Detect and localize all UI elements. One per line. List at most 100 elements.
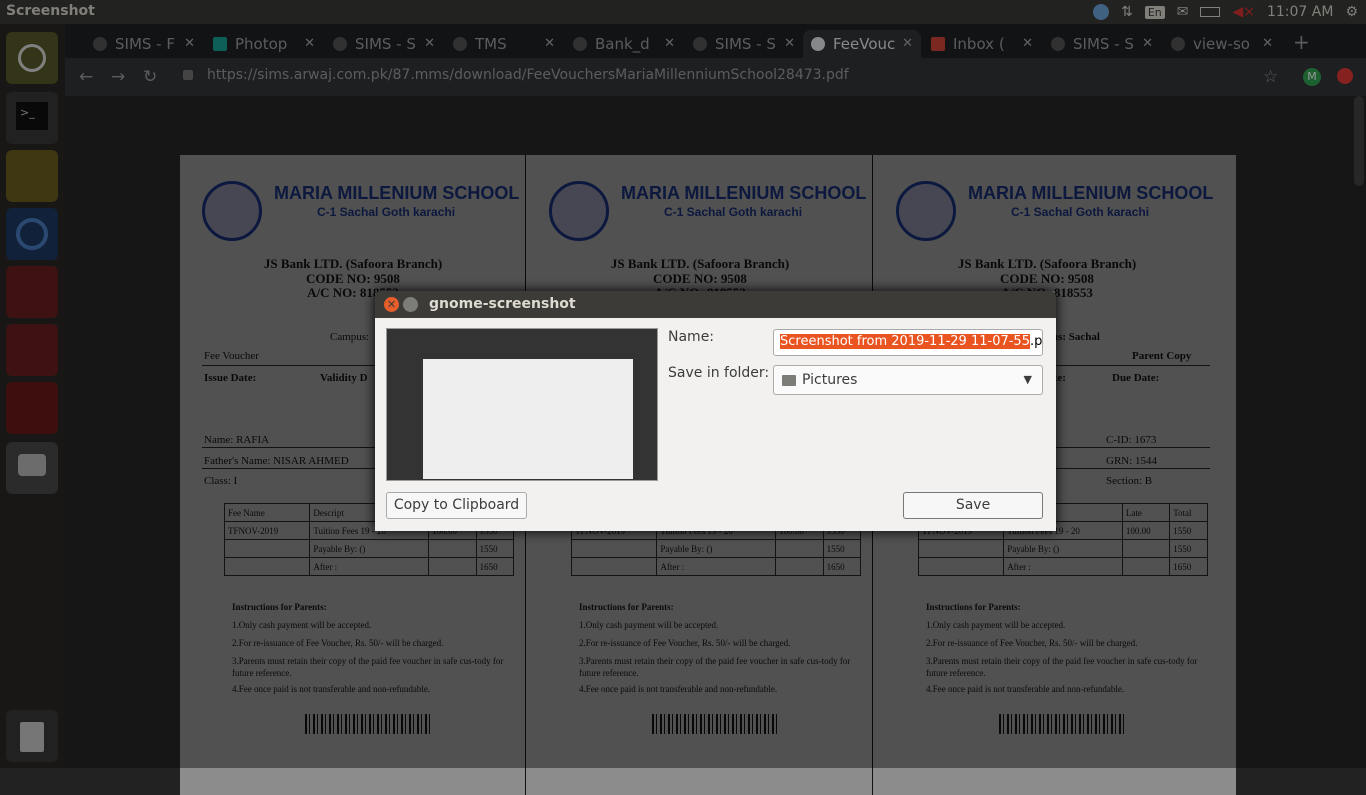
browser-tab[interactable]: Bank_d ✕ [565,30,683,58]
school-name: MARIA MILLENIUM SCHOOL [968,183,1214,203]
browser-tab[interactable]: SIMS - S ✕ [685,30,803,58]
browser-tab[interactable]: SIMS - S ✕ [1043,30,1161,58]
section: Section: B [1106,475,1153,487]
browser-tab-strip: SIMS - F ✕ Photop ✕ SIMS - S ✕ TMS ✕ Bank_d ✕… [65,24,1366,58]
chromium-icon[interactable] [6,208,58,260]
profile-avatar[interactable]: M [1303,68,1321,86]
copy-label: Fee Voucher [204,350,259,362]
camera-icon[interactable] [6,442,58,494]
browser-tab[interactable]: TMS ✕ [445,30,563,58]
instructions-title: Instructions for Parents: [926,602,1021,612]
reload-icon[interactable]: ↻ [143,67,157,87]
name-label: Name: [668,329,715,345]
copy-to-clipboard-button[interactable]: Copy to Clipboard [386,492,527,519]
instruction-item: 2.For re-issuance of Fee Voucher, Rs. 50… [926,638,1138,648]
tab-favicon-icon [1171,37,1185,51]
school-address: C-1 Sachal Goth karachi [317,205,456,219]
save-button[interactable]: Save [903,492,1043,519]
bookmark-star-icon[interactable]: ☆ [1263,67,1278,87]
photopea-favicon-icon [213,37,227,51]
instructions-title: Instructions for Parents: [579,602,674,612]
instruction-item: 3.Parents must retain their copy of the … [579,656,851,678]
browser-tab[interactable]: Photop ✕ [205,30,323,58]
settings-gear-icon[interactable]: ⚙ [1345,4,1358,20]
extension-icon[interactable] [1337,68,1353,84]
customer-id: C-ID: 1673 [1106,434,1157,446]
minimize-icon[interactable] [403,297,418,312]
issue-date: Issue Date: [204,372,257,384]
filename-selected-text: Screenshot from 2019-11-29 11-07-55 [780,334,1030,349]
pdf-scrollbar[interactable] [1354,96,1364,186]
grn-number: GRN: 1544 [1106,455,1158,467]
battery-icon[interactable] [1200,7,1221,17]
bank-name: JS Bank LTD. (Safoora Branch) [957,256,1137,271]
school-name: MARIA MILLENIUM SCHOOL [274,183,520,203]
document-viewer-icon[interactable] [6,324,58,376]
school-name: MARIA MILLENIUM SCHOOL [621,183,867,203]
close-tab-icon[interactable]: ✕ [544,36,555,51]
forward-arrow-icon[interactable]: → [111,67,125,87]
close-icon[interactable]: ✕ [384,297,399,312]
instructions-title: Instructions for Parents: [232,602,327,612]
close-tab-icon[interactable]: ✕ [664,36,675,51]
volume-muted-icon[interactable]: ◀× [1232,4,1255,20]
barcode [652,714,780,734]
browser-tab[interactable]: view-so ✕ [1163,30,1281,58]
top-panel: Screenshot ⇅ En ✉ ◀× 11:07 AM ⚙ [0,0,1366,24]
school-logo [202,181,262,241]
ubuntu-dash-icon[interactable] [6,32,58,84]
close-tab-icon[interactable]: ✕ [1262,36,1273,51]
barcode [305,714,433,734]
tab-favicon-icon [1051,37,1065,51]
bank-name: JS Bank LTD. (Safoora Branch) [610,256,790,271]
new-tab-button[interactable]: + [1293,30,1310,54]
dialog-titlebar[interactable]: ✕ gnome-screenshot [375,291,1056,318]
folder-select[interactable]: Pictures ▼ [773,365,1043,395]
filename-extension: .p [1029,334,1043,349]
close-tab-icon[interactable]: ✕ [1022,36,1033,51]
network-icon[interactable]: ⇅ [1121,4,1133,20]
school-address: C-1 Sachal Goth karachi [664,205,803,219]
wine-icon[interactable] [6,382,58,434]
instruction-item: 2.For re-issuance of Fee Voucher, Rs. 50… [579,638,791,648]
campus-label: us: Sachal [1052,331,1100,343]
keyboard-layout-indicator[interactable]: En [1144,5,1165,19]
browser-tab[interactable]: SIMS - S ✕ [325,30,443,58]
instruction-item: 1.Only cash payment will be accepted. [926,620,1066,630]
lock-icon [183,70,193,80]
terminal-icon[interactable]: >_ [6,92,58,144]
skype-icon[interactable] [1093,4,1110,20]
mail-icon[interactable]: ✉ [1177,4,1189,20]
unity-launcher: >_ [0,24,65,768]
trash-icon[interactable] [6,710,58,762]
close-tab-icon[interactable]: ✕ [304,36,315,51]
close-tab-icon[interactable]: ✕ [184,36,195,51]
active-window-title: Screenshot [6,3,95,19]
teapot-icon[interactable] [6,150,58,202]
instruction-item: 4.Fee once paid is not transferable and … [232,684,431,694]
globe-icon [811,37,825,51]
instruction-item: 4.Fee once paid is not transferable and … [579,684,778,694]
instruction-item: 1.Only cash payment will be accepted. [579,620,719,630]
files-icon[interactable] [6,266,58,318]
back-arrow-icon[interactable]: ← [79,67,93,87]
browser-tab-active[interactable]: FeeVouc ✕ [803,30,921,58]
school-logo [549,181,609,241]
filename-input[interactable]: Screenshot from 2019-11-29 11-07-55.p [773,329,1043,356]
clock[interactable]: 11:07 AM [1267,4,1333,20]
chevron-down-icon: ▼ [1023,373,1032,386]
browser-toolbar: ← → ↻ https://sims.arwaj.com.pk/87.mms/d… [65,58,1366,96]
browser-tab[interactable]: Inbox (✕ [923,30,1041,58]
bank-name: JS Bank LTD. (Safoora Branch) [263,256,443,271]
close-tab-icon[interactable]: ✕ [1142,36,1153,51]
preview-page-image [423,359,633,479]
close-tab-icon[interactable]: ✕ [424,36,435,51]
dialog-title: gnome-screenshot [429,296,576,312]
father-name: Father's Name: NISAR AHMED [204,455,349,467]
system-tray: ⇅ En ✉ ◀× 11:07 AM ⚙ [1093,0,1366,24]
close-tab-icon[interactable]: ✕ [902,36,913,51]
browser-tab[interactable]: SIMS - F ✕ [85,30,203,58]
close-tab-icon[interactable]: ✕ [784,36,795,51]
address-bar[interactable]: https://sims.arwaj.com.pk/87.mms/downloa… [207,67,849,83]
instruction-item: 1.Only cash payment will be accepted. [232,620,372,630]
